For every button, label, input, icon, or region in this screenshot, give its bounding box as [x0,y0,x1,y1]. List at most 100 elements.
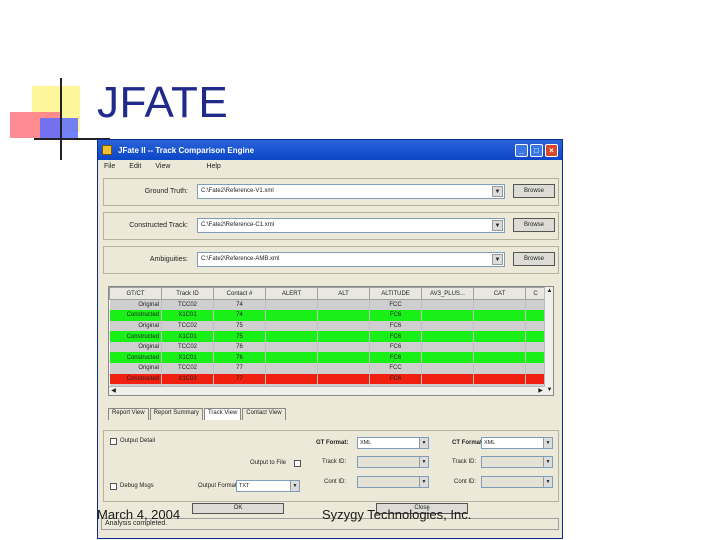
cell-alert[interactable] [265,373,318,385]
constructed-track-combo[interactable]: C:\Fate2\Reference-C1.xml ▼ [197,218,505,233]
cell-alt[interactable] [317,299,370,311]
cell-av3[interactable] [421,320,474,332]
cell-contact[interactable]: 74 [213,310,266,321]
cell-cat[interactable] [473,373,526,385]
chevron-down-icon[interactable]: ▼ [492,186,503,197]
cell-c[interactable] [525,299,546,311]
gt-contact-select[interactable]: ▼ [357,476,429,488]
cell-alt[interactable] [317,310,370,321]
ambiguities-browse-button[interactable]: Browse [513,252,555,266]
cell-track-id[interactable]: TCC02 [161,341,214,353]
table-row[interactable]: Constructed X1C01 75 FC6 [109,331,546,342]
cell-track-id[interactable]: TCC02 [161,299,214,311]
gt-track-id-select[interactable]: ▼ [357,456,429,468]
column-header[interactable]: Track ID [161,287,214,300]
chevron-down-icon[interactable]: ▼ [492,220,503,231]
cell-altitude[interactable]: FCC [369,299,422,311]
cell-contact[interactable]: 76 [213,341,266,353]
scroll-left-icon[interactable]: ◀ [109,387,118,396]
tab-report-view[interactable]: Report View [108,408,149,420]
cell-c[interactable] [525,373,546,385]
cell-gt-ct[interactable]: Original [109,320,162,332]
cell-contact[interactable]: 75 [213,320,266,332]
debug-msgs-checkbox[interactable] [110,483,117,490]
cell-gt-ct[interactable]: Constructed [109,352,162,364]
cell-alert[interactable] [265,352,318,364]
menu-help[interactable]: Help [206,163,220,170]
chevron-down-icon[interactable]: ▼ [492,254,503,265]
cell-gt-ct[interactable]: Original [109,299,162,311]
ground-truth-browse-button[interactable]: Browse [513,184,555,198]
cell-altitude[interactable]: FC6 [369,310,422,321]
cell-track-id[interactable]: X1C01 [161,331,214,342]
cell-av3[interactable] [421,373,474,385]
cell-contact[interactable]: 75 [213,331,266,342]
cell-track-id[interactable]: X1C01 [161,352,214,364]
cell-altitude[interactable]: FC6 [369,352,422,364]
column-header[interactable]: ALERT [265,287,318,300]
output-to-file-checkbox[interactable] [294,460,301,467]
cell-av3[interactable] [421,363,474,374]
cell-gt-ct[interactable]: Constructed [109,331,162,342]
cell-c[interactable] [525,320,546,332]
chevron-down-icon[interactable]: ▼ [419,438,428,448]
menu-edit[interactable]: Edit [129,163,141,170]
tab-contact-view[interactable]: Contact View [242,408,286,420]
cell-c[interactable] [525,341,546,353]
chevron-down-icon[interactable]: ▼ [290,481,299,491]
chevron-down-icon[interactable]: ▼ [419,457,428,467]
cell-av3[interactable] [421,310,474,321]
table-row[interactable]: Constructed X1C01 74 FC6 [109,310,546,321]
cell-altitude[interactable]: FC6 [369,373,422,385]
scroll-right-icon[interactable]: ▶ [536,387,545,396]
cell-c[interactable] [525,363,546,374]
cell-cat[interactable] [473,299,526,311]
close-icon[interactable]: × [545,143,558,157]
table-row[interactable]: Original TCC02 74 FCC [109,299,546,311]
gt-format-select[interactable]: XML ▼ [357,437,429,449]
output-detail-checkbox[interactable] [110,438,117,445]
cell-track-id[interactable]: X1C03 [161,373,214,385]
column-header[interactable]: C [525,287,546,300]
table-row[interactable]: Original TCC02 75 FC6 [109,320,546,332]
cell-contact[interactable]: 76 [213,352,266,364]
tab-track-view[interactable]: Track View [203,408,242,420]
cell-altitude[interactable]: FC6 [369,320,422,332]
horizontal-scrollbar[interactable]: ◀ ▶ [109,386,545,395]
cell-contact[interactable]: 74 [213,299,266,311]
cell-gt-ct[interactable]: Constructed [109,373,162,385]
cell-alt[interactable] [317,320,370,332]
cell-gt-ct[interactable]: Constructed [109,310,162,321]
scroll-up-icon[interactable]: ▲ [545,287,554,296]
ct-contact-select[interactable]: ▼ [481,476,553,488]
cell-altitude[interactable]: FCC [369,363,422,374]
cell-cat[interactable] [473,363,526,374]
scroll-down-icon[interactable]: ▼ [545,386,554,395]
chevron-down-icon[interactable]: ▼ [419,477,428,487]
menu-view[interactable]: View [155,163,170,170]
cell-alert[interactable] [265,310,318,321]
cell-cat[interactable] [473,331,526,342]
ambiguities-combo[interactable]: C:\Fate2\Reference-AMB.xml ▼ [197,252,505,267]
column-header[interactable]: AV3_PLUS... [421,287,474,300]
cell-av3[interactable] [421,331,474,342]
table-row[interactable]: Original TCC02 76 FC6 [109,341,546,353]
cell-altitude[interactable]: FC6 [369,331,422,342]
column-header[interactable]: GT/CT [109,287,162,300]
window-titlebar[interactable]: JFate II -- Track Comparison Engine _ □ … [98,140,562,160]
cell-alt[interactable] [317,363,370,374]
cell-cat[interactable] [473,341,526,353]
cell-cat[interactable] [473,310,526,321]
cell-contact[interactable]: 77 [213,363,266,374]
cell-gt-ct[interactable]: Original [109,363,162,374]
table-row[interactable]: Original TCC02 77 FCC [109,363,546,374]
cell-alert[interactable] [265,341,318,353]
cell-gt-ct[interactable]: Original [109,341,162,353]
cell-c[interactable] [525,310,546,321]
cell-c[interactable] [525,331,546,342]
cell-alt[interactable] [317,373,370,385]
ct-track-id-select[interactable]: ▼ [481,456,553,468]
cell-cat[interactable] [473,352,526,364]
minimize-icon[interactable]: _ [515,143,528,157]
cell-track-id[interactable]: X1C01 [161,310,214,321]
